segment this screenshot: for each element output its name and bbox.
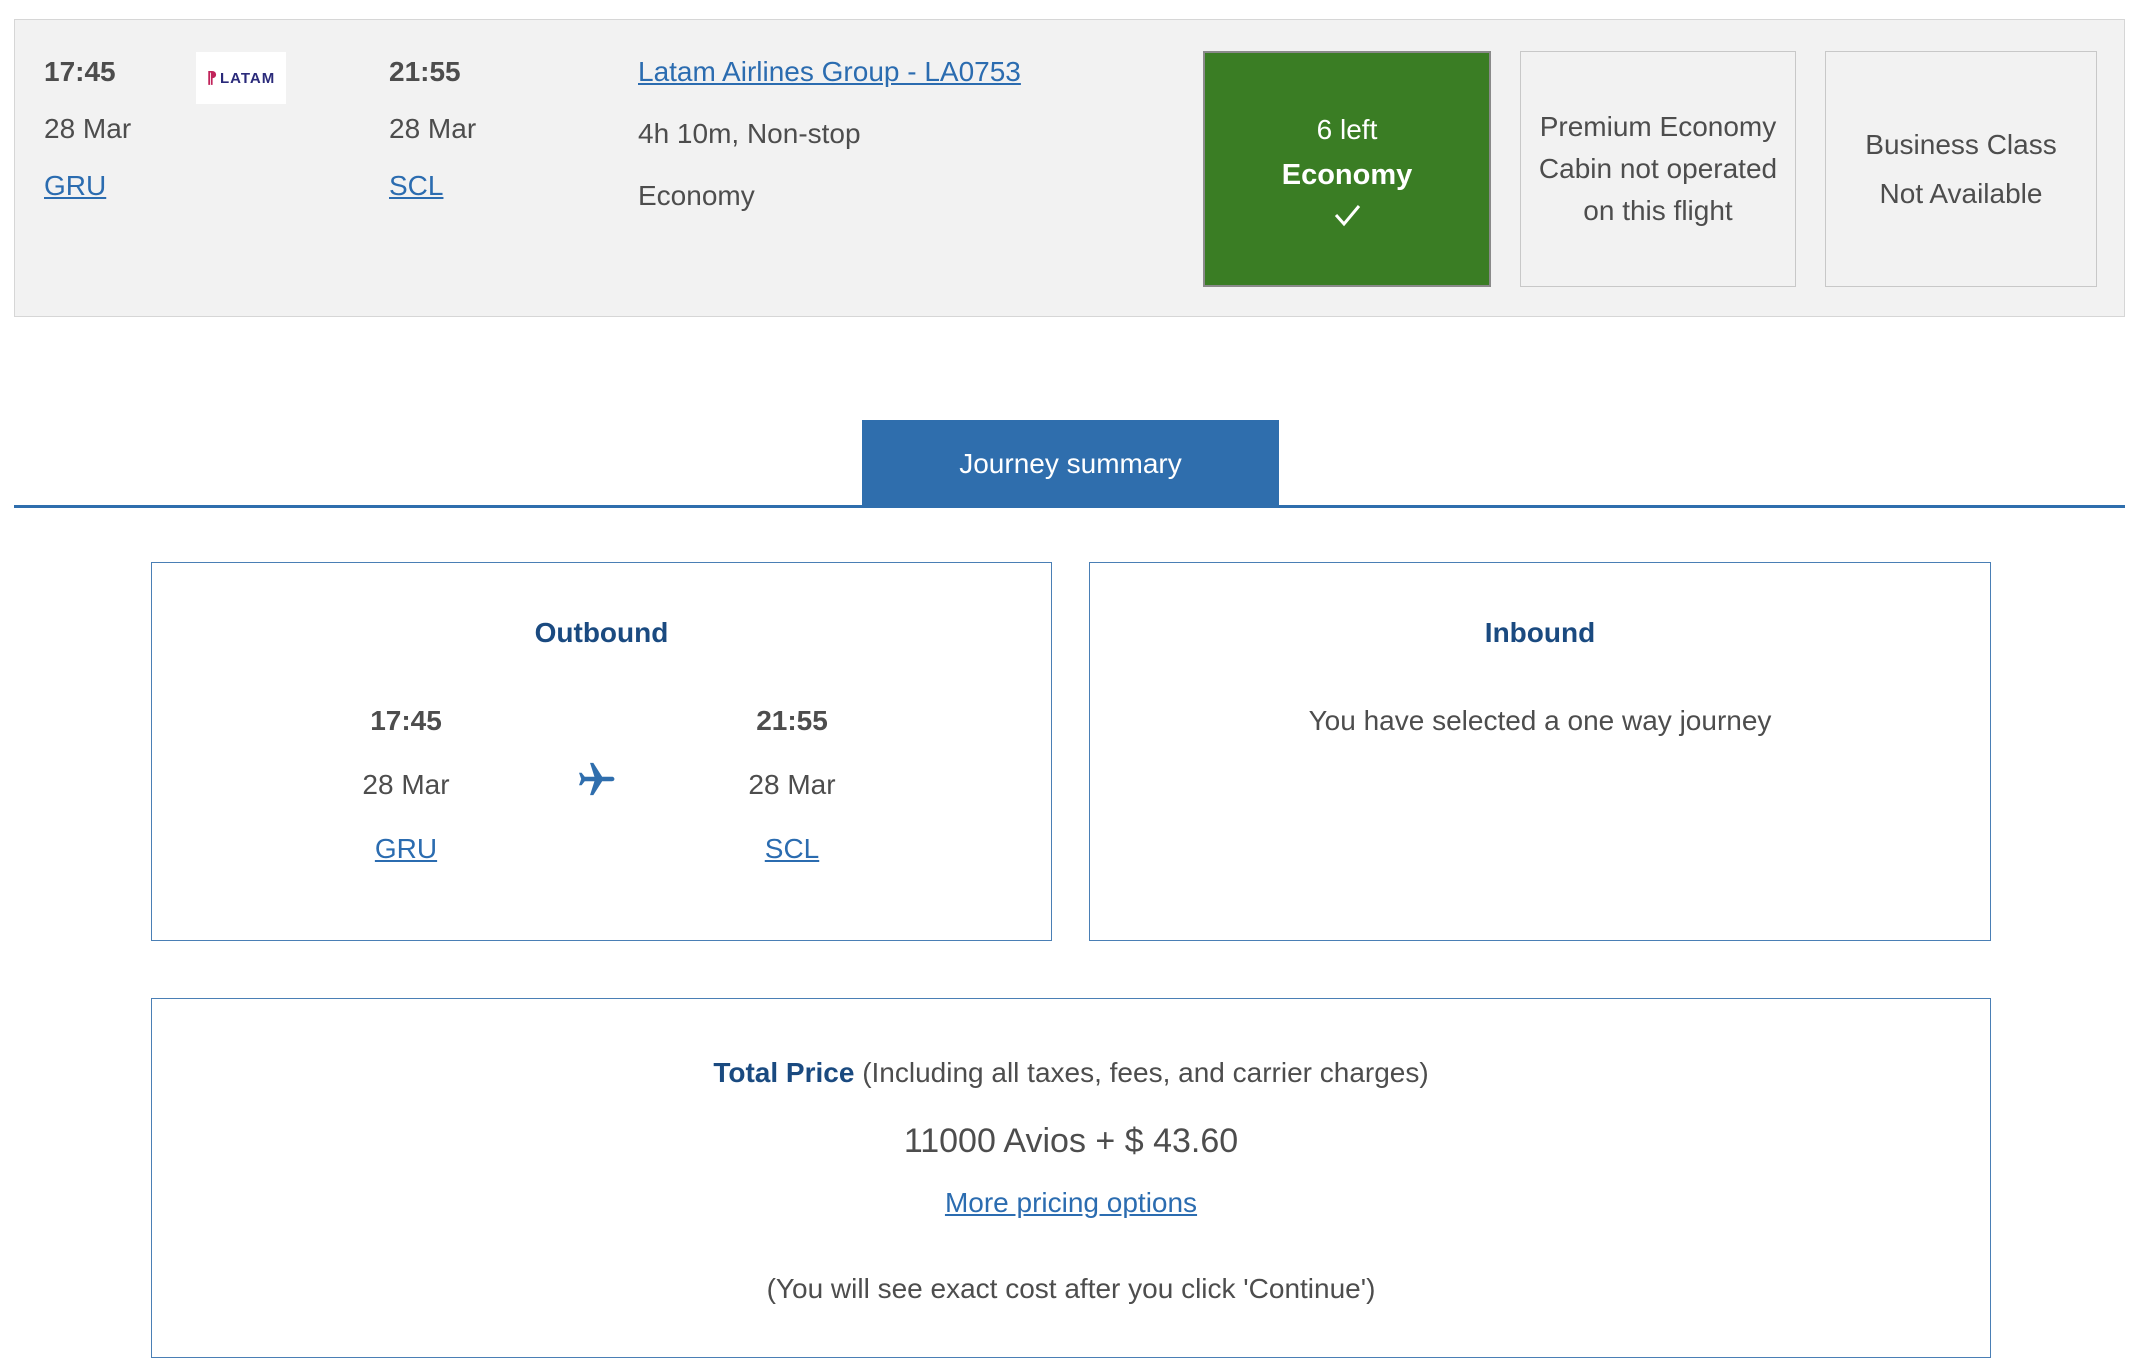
- flight-cabin: Economy: [638, 180, 755, 211]
- carrier-flight-link[interactable]: Latam Airlines Group - LA0753: [638, 53, 1021, 91]
- business-fare-line2: Not Available: [1879, 178, 2043, 209]
- more-pricing-options-row: More pricing options: [152, 1183, 1990, 1223]
- outbound-arrival: 21:55 28 Mar SCL: [692, 701, 892, 869]
- outbound-departure-time: 17:45: [370, 705, 442, 736]
- premium-fare-line2: Cabin not operated: [1538, 153, 1778, 184]
- departure-date: 28 Mar: [44, 113, 132, 144]
- outbound-arrival-airport-link[interactable]: SCL: [692, 829, 892, 869]
- business-fare-line1: Business Class: [1865, 129, 2057, 160]
- flight-info: Latam Airlines Group - LA0753 4h 10m, No…: [638, 53, 1021, 215]
- arrival-airport-link[interactable]: SCL: [389, 167, 476, 205]
- seats-left-count: 6 left: [1316, 114, 1378, 145]
- outbound-summary-card: Outbound 17:45 28 Mar GRU 21:55 28 Mar S…: [151, 562, 1052, 941]
- flight-departure: 17:45 28 Mar GRU: [44, 53, 131, 205]
- departure-airport-link[interactable]: GRU: [44, 167, 131, 205]
- departure-time: 17:45: [44, 56, 116, 87]
- premium-fare-line1: Premium Economy: [1539, 111, 1777, 142]
- flight-row: 17:45 28 Mar GRU ⁋ LATAM 21:55 28 Mar SC…: [14, 19, 2125, 317]
- business-class-fare: Business Class Not Available: [1825, 51, 2097, 287]
- economy-fare-label: Economy: [1281, 159, 1413, 191]
- flight-duration: 4h 10m, Non-stop: [638, 118, 861, 149]
- outbound-departure-date: 28 Mar: [362, 769, 450, 800]
- arrival-time: 21:55: [389, 56, 461, 87]
- exact-cost-note: (You will see exact cost after you click…: [766, 1273, 1376, 1304]
- total-price-heading: Total Price (Including all taxes, fees, …: [152, 1053, 1990, 1093]
- outbound-departure-airport-link[interactable]: GRU: [306, 829, 506, 869]
- one-way-message: You have selected a one way journey: [1308, 705, 1772, 736]
- total-price-value: 11000 Avios + $ 43.60: [903, 1122, 1239, 1160]
- arrival-date: 28 Mar: [389, 113, 477, 144]
- airline-logo: ⁋ LATAM: [196, 52, 286, 104]
- outbound-title: Outbound: [534, 617, 669, 648]
- outbound-departure: 17:45 28 Mar GRU: [306, 701, 506, 869]
- inbound-summary-card: Inbound You have selected a one way jour…: [1089, 562, 1991, 941]
- inbound-title: Inbound: [1484, 617, 1596, 648]
- total-price-label: Total Price: [713, 1057, 855, 1088]
- latam-logo-mark-icon: ⁋: [206, 70, 218, 87]
- checkmark-icon: [1334, 205, 1361, 227]
- tab-journey-summary[interactable]: Journey summary: [862, 420, 1279, 507]
- flight-arrival: 21:55 28 Mar SCL: [389, 53, 476, 205]
- outbound-arrival-time: 21:55: [756, 705, 828, 736]
- total-price-qualifier: (Including all taxes, fees, and carrier …: [862, 1057, 1429, 1088]
- total-price-card: Total Price (Including all taxes, fees, …: [151, 998, 1991, 1358]
- more-pricing-options-link[interactable]: More pricing options: [945, 1187, 1197, 1218]
- premium-economy-fare: Premium Economy Cabin not operated on th…: [1520, 51, 1796, 287]
- airplane-icon: [579, 762, 615, 796]
- premium-fare-line3: on this flight: [1583, 195, 1733, 226]
- economy-fare-button[interactable]: 6 left Economy: [1203, 51, 1491, 287]
- outbound-arrival-date: 28 Mar: [748, 769, 836, 800]
- airline-logo-text: LATAM: [219, 69, 276, 87]
